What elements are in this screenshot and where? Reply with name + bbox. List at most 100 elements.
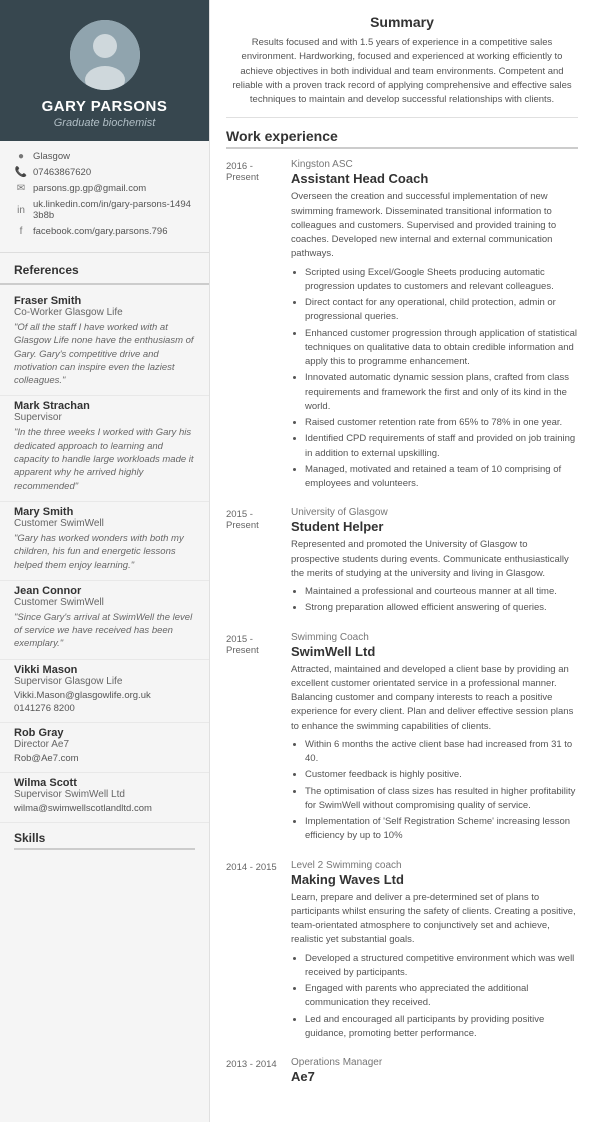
job-content: Swimming Coach SwimWell Ltd Attracted, m… <box>291 632 578 846</box>
phone-icon: 📞 <box>14 167 28 178</box>
ref-role: Co-Worker Glasgow Life <box>14 307 195 318</box>
job-title: Ae7 <box>291 1069 578 1084</box>
job-company: Kingston ASC <box>291 159 578 170</box>
job-company: Operations Manager <box>291 1057 578 1068</box>
list-item: Within 6 months the active client base h… <box>305 738 578 767</box>
job-desc: Represented and promoted the University … <box>291 538 578 581</box>
job-desc: Learn, prepare and deliver a pre-determi… <box>291 891 578 948</box>
job-content: Operations Manager Ae7 <box>291 1057 578 1088</box>
contact-email: ✉ parsons.gp.gp@gmail.com <box>14 183 195 194</box>
job-item: 2016 -Present Kingston ASC Assistant Hea… <box>226 159 578 493</box>
location-icon: ● <box>14 151 28 162</box>
contact-linkedin: in uk.linkedin.com/in/gary-parsons-14943… <box>14 199 195 221</box>
ref-contact: wilma@swimwellscotlandltd.com <box>14 803 195 814</box>
job-title: Assistant Head Coach <box>291 171 578 186</box>
job-content: University of Glasgow Student Helper Rep… <box>291 507 578 617</box>
job-desc: Attracted, maintained and developed a cl… <box>291 663 578 734</box>
ref-quote: "Of all the staff I have worked with at … <box>14 321 195 387</box>
list-item: Led and encouraged all participants by p… <box>305 1013 578 1042</box>
ref-name: Rob Gray <box>14 727 195 739</box>
list-item: Customer feedback is highly positive. <box>305 768 578 782</box>
job-item: 2015 -Present Swimming Coach SwimWell Lt… <box>226 632 578 846</box>
ref-name: Wilma Scott <box>14 777 195 789</box>
job-title: Student Helper <box>291 519 578 534</box>
email-icon: ✉ <box>14 183 28 194</box>
skills-heading: Skills <box>14 831 195 850</box>
facebook-icon: f <box>14 226 28 237</box>
list-item: Direct contact for any operational, chil… <box>305 296 578 325</box>
contact-phone: 📞 07463867620 <box>14 167 195 178</box>
job-bullets: Scripted using Excel/Google Sheets produ… <box>291 266 578 492</box>
references-heading: References <box>0 253 209 285</box>
work-experience-heading: Work experience <box>226 128 578 149</box>
contact-facebook: f facebook.com/gary.parsons.796 <box>14 226 195 237</box>
summary-text: Results focused and with 1.5 years of ex… <box>226 36 578 107</box>
main-content: Summary Results focused and with 1.5 yea… <box>210 0 594 1122</box>
list-item: Implementation of 'Self Registration Sch… <box>305 815 578 844</box>
list-item: Engaged with parents who appreciated the… <box>305 982 578 1011</box>
ref-name: Mark Strachan <box>14 400 195 412</box>
job-desc: Overseen the creation and successful imp… <box>291 190 578 261</box>
job-item: 2014 - 2015 Level 2 Swimming coach Makin… <box>226 860 578 1044</box>
contact-location: ● Glasgow <box>14 151 195 162</box>
list-item: The optimisation of class sizes has resu… <box>305 785 578 814</box>
list-item: Jean Connor Customer SwimWell "Since Gar… <box>0 581 209 660</box>
job-item: 2013 - 2014 Operations Manager Ae7 <box>226 1057 578 1088</box>
ref-name: Jean Connor <box>14 585 195 597</box>
job-bullets: Within 6 months the active client base h… <box>291 738 578 844</box>
ref-role: Supervisor <box>14 412 195 423</box>
list-item: Enhanced customer progression through ap… <box>305 327 578 370</box>
summary-section: Summary Results focused and with 1.5 yea… <box>226 0 578 118</box>
list-item: Rob Gray Director Ae7 Rob@Ae7.com <box>0 723 209 773</box>
ref-name: Mary Smith <box>14 506 195 518</box>
sidebar: GARY PARSONS Graduate biochemist ● Glasg… <box>0 0 210 1122</box>
list-item: Mary Smith Customer SwimWell "Gary has w… <box>0 502 209 581</box>
job-date: 2013 - 2014 <box>226 1057 291 1088</box>
references-list: Fraser Smith Co-Worker Glasgow Life "Of … <box>0 291 209 823</box>
job-date: 2015 -Present <box>226 507 291 617</box>
list-item: Innovated automatic dynamic session plan… <box>305 371 578 414</box>
sidebar-header: GARY PARSONS Graduate biochemist <box>0 0 209 141</box>
job-bullets: Maintained a professional and courteous … <box>291 585 578 616</box>
ref-role: Customer SwimWell <box>14 518 195 529</box>
job-bullets: Developed a structured competitive envir… <box>291 952 578 1042</box>
ref-contact: Vikki.Mason@glasgowlife.org.uk <box>14 690 195 701</box>
list-item: Developed a structured competitive envir… <box>305 952 578 981</box>
job-date: 2016 -Present <box>226 159 291 493</box>
list-item: Wilma Scott Supervisor SwimWell Ltd wilm… <box>0 773 209 823</box>
job-title: SwimWell Ltd <box>291 644 578 659</box>
ref-quote: "Gary has worked wonders with both my ch… <box>14 532 195 572</box>
ref-name: Vikki Mason <box>14 664 195 676</box>
ref-role: Supervisor SwimWell Ltd <box>14 789 195 800</box>
job-content: Level 2 Swimming coach Making Waves Ltd … <box>291 860 578 1044</box>
job-title: Making Waves Ltd <box>291 872 578 887</box>
job-company: University of Glasgow <box>291 507 578 518</box>
job-content: Kingston ASC Assistant Head Coach Overse… <box>291 159 578 493</box>
ref-role: Supervisor Glasgow Life <box>14 676 195 687</box>
job-date: 2015 -Present <box>226 632 291 846</box>
list-item: Mark Strachan Supervisor "In the three w… <box>0 396 209 501</box>
person-title: Graduate biochemist <box>54 117 156 129</box>
ref-quote: "Since Gary's arrival at SwimWell the le… <box>14 611 195 651</box>
job-company: Level 2 Swimming coach <box>291 860 578 871</box>
ref-role: Customer SwimWell <box>14 597 195 608</box>
list-item: Vikki Mason Supervisor Glasgow Life Vikk… <box>0 660 209 723</box>
ref-role: Director Ae7 <box>14 739 195 750</box>
list-item: Strong preparation allowed efficient ans… <box>305 601 578 615</box>
ref-contact: Rob@Ae7.com <box>14 753 195 764</box>
list-item: Fraser Smith Co-Worker Glasgow Life "Of … <box>0 291 209 396</box>
person-name: GARY PARSONS <box>42 98 168 115</box>
contact-section: ● Glasgow 📞 07463867620 ✉ parsons.gp.gp@… <box>0 141 209 253</box>
job-item: 2015 -Present University of Glasgow Stud… <box>226 507 578 617</box>
job-company: Swimming Coach <box>291 632 578 643</box>
list-item: Raised customer retention rate from 65% … <box>305 416 578 430</box>
list-item: Scripted using Excel/Google Sheets produ… <box>305 266 578 295</box>
job-date: 2014 - 2015 <box>226 860 291 1044</box>
list-item: Identified CPD requirements of staff and… <box>305 432 578 461</box>
avatar <box>70 20 140 90</box>
ref-quote: "In the three weeks I worked with Gary h… <box>14 426 195 492</box>
list-item: Maintained a professional and courteous … <box>305 585 578 599</box>
ref-contact: 0141276 8200 <box>14 703 195 714</box>
summary-title: Summary <box>226 14 578 30</box>
list-item: Managed, motivated and retained a team o… <box>305 463 578 492</box>
